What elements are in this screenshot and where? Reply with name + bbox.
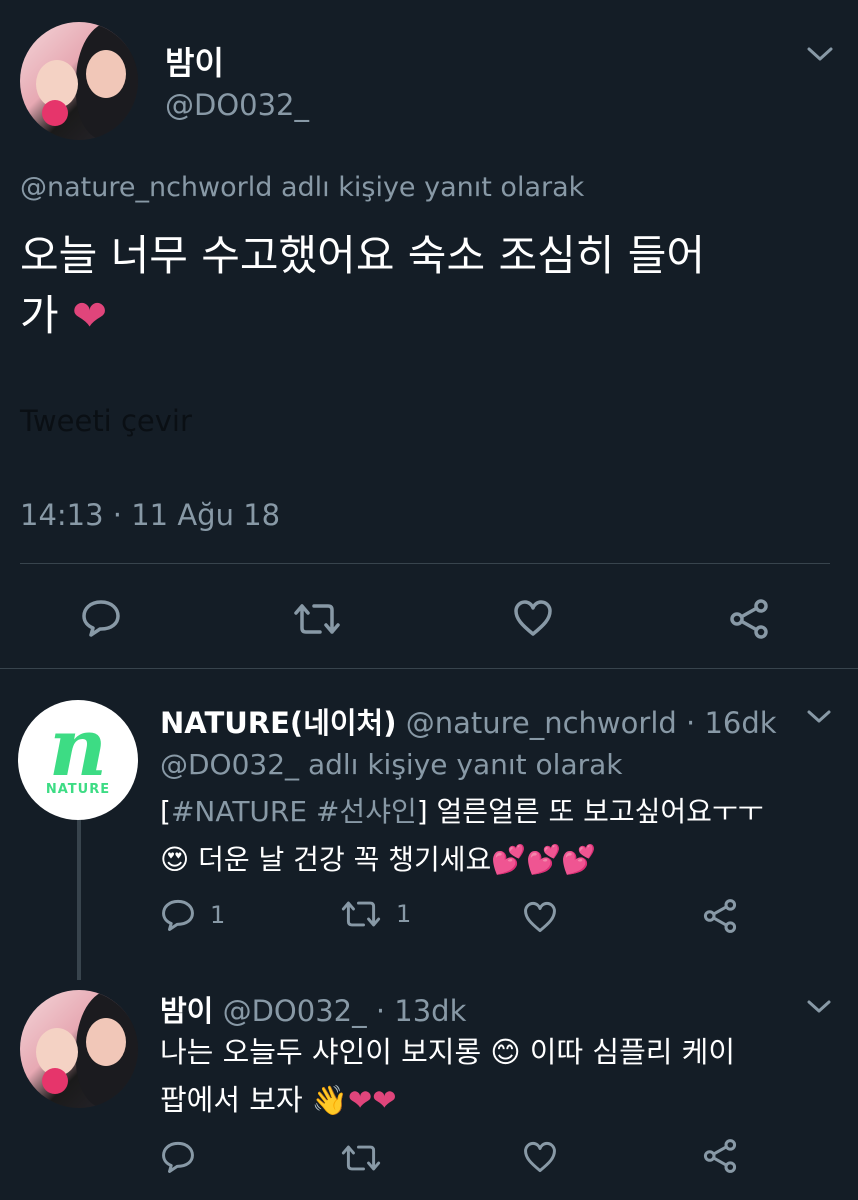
reply1-context: @DO032_ adlı kişiye yanıt olarak — [160, 748, 622, 781]
reply-context: @nature_nchworld adlı kişiye yanıt olara… — [20, 172, 584, 203]
reply1-text: [#NATURE #선샤인] 얼른얼른 또 보고싶어요ㅜㅜ 😍 더운 날 건강 … — [160, 788, 850, 884]
retweet-icon[interactable] — [292, 600, 342, 638]
nature-logo-text: NATURE — [45, 782, 111, 797]
hearts-emoji: ❤❤ — [347, 1083, 397, 1117]
retweet-count: 1 — [396, 900, 412, 928]
reply1-header: NATURE(네이처) @nature_nchworld · 16dk — [160, 700, 777, 742]
reply-icon[interactable] — [160, 898, 196, 932]
share-icon[interactable] — [702, 1138, 738, 1174]
reply-icon[interactable] — [160, 1140, 196, 1174]
share-icon[interactable] — [702, 898, 738, 934]
chevron-down-icon[interactable] — [806, 708, 832, 726]
reply2-header: 밤이 @DO032_ · 13dk — [160, 988, 466, 1030]
like-icon[interactable] — [522, 1140, 558, 1174]
reply1-reply-action[interactable]: 1 — [160, 898, 225, 932]
reply1-handle-time[interactable]: @nature_nchworld · 16dk — [406, 706, 777, 740]
reply1-reply-to-link[interactable]: @DO032_ — [160, 748, 299, 781]
reply1-text-line1: [#NATURE #선샤인] 얼른얼른 또 보고싶어요ㅜㅜ — [160, 795, 764, 828]
reply2-handle-time[interactable]: @DO032_ · 13dk — [223, 994, 467, 1028]
hearts-emoji: 💕💕💕 — [491, 843, 596, 876]
reply2-text-line2: 팝에서 보자 👋❤❤ — [160, 1083, 397, 1117]
hashtag-link[interactable]: #NATURE #선샤인 — [171, 795, 417, 828]
tweet-text: 오늘 너무 수고했어요 숙소 조심히 들어 가 ❤ — [20, 226, 840, 346]
chevron-down-icon[interactable] — [806, 44, 834, 64]
reply2-text: 나는 오늘두 샤인이 보지롱 😊 이따 심플리 케이 팝에서 보자 👋❤❤ — [160, 1028, 850, 1124]
author-name[interactable]: 밤이 — [165, 38, 224, 84]
heart-eyes-emoji: 😍 — [160, 843, 190, 876]
reply1-text-line2: 😍 더운 날 건강 꼭 챙기세요💕💕💕 — [160, 843, 596, 876]
reply2-author-name[interactable]: 밤이 — [160, 994, 213, 1028]
reply2-text-line1: 나는 오늘두 샤인이 보지롱 😊 이따 심플리 케이 — [160, 1035, 736, 1069]
avatar[interactable] — [20, 990, 138, 1108]
like-icon[interactable] — [522, 900, 558, 934]
reply1-retweet-action[interactable]: 1 — [340, 898, 411, 930]
timestamp: 14:13 · 11 Ağu 18 — [20, 498, 281, 532]
section-divider — [0, 668, 858, 669]
retweet-icon[interactable] — [340, 898, 382, 930]
retweet-icon[interactable] — [340, 1142, 382, 1174]
reply-icon[interactable] — [80, 598, 122, 638]
tweet-text-line1: 오늘 너무 수고했어요 숙소 조심히 들어 — [20, 231, 705, 280]
reply-to-link[interactable]: @nature_nchworld — [20, 172, 272, 203]
author-handle[interactable]: @DO032_ — [165, 88, 309, 122]
wave-emoji: 👋 — [311, 1083, 348, 1117]
reply-count: 1 — [210, 901, 226, 929]
heart-icon: ❤ — [72, 291, 108, 340]
reply1-reply-to-label: adlı kişiye yanıt olarak — [299, 748, 623, 781]
smile-emoji: 😊 — [490, 1035, 521, 1069]
nature-logo-letter: n — [48, 700, 108, 794]
divider — [20, 563, 830, 564]
reply-to-label: adlı kişiye yanıt olarak — [272, 172, 585, 203]
avatar[interactable] — [20, 22, 138, 140]
translate-link[interactable]: Tweeti çevir — [20, 404, 192, 438]
chevron-down-icon[interactable] — [806, 998, 832, 1016]
share-icon[interactable] — [728, 598, 770, 640]
avatar-nature[interactable]: n NATURE — [18, 700, 138, 820]
tweet-text-line2: 가 ❤ — [20, 291, 108, 340]
reply1-author-name[interactable]: NATURE(네이처) — [160, 706, 396, 740]
like-icon[interactable] — [512, 598, 554, 638]
thread-line — [77, 820, 81, 980]
